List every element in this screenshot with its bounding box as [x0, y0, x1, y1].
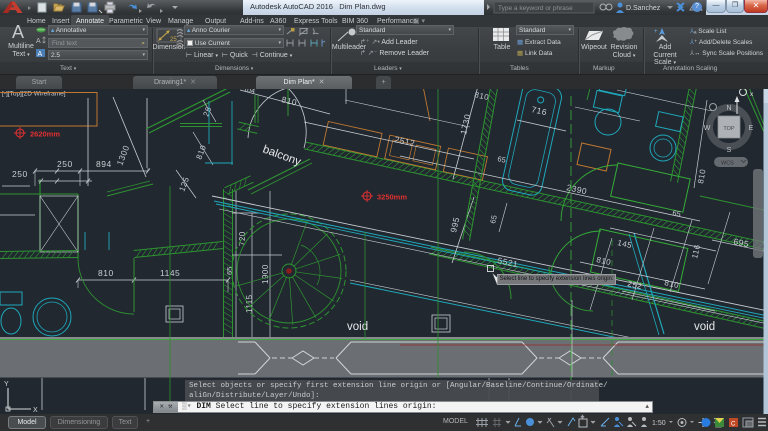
svg-text:810: 810 — [281, 94, 299, 107]
svg-text:A: A — [38, 51, 43, 58]
svg-text:716: 716 — [531, 104, 548, 117]
svg-text:Type a keyword or phrase: Type a keyword or phrase — [498, 5, 573, 12]
svg-text:W: W — [704, 125, 711, 132]
svg-text:1300: 1300 — [115, 144, 132, 167]
svg-text:65: 65 — [225, 267, 234, 275]
svg-text:250: 250 — [57, 159, 73, 169]
svg-text:void: void — [694, 321, 715, 333]
svg-text:2620mm: 2620mm — [30, 130, 60, 139]
svg-text:894: 894 — [96, 159, 112, 169]
svg-text:TOP: TOP — [723, 126, 735, 132]
svg-text:125: 125 — [177, 176, 191, 193]
svg-text:balcony: balcony — [261, 144, 303, 169]
svg-text:65: 65 — [672, 208, 682, 219]
svg-text:252: 252 — [627, 279, 643, 291]
svg-text:3250mm: 3250mm — [377, 193, 407, 202]
svg-text:N: N — [726, 105, 731, 112]
svg-text:5521: 5521 — [497, 255, 520, 269]
svg-text:C: C — [731, 422, 736, 428]
svg-text:810: 810 — [98, 268, 114, 278]
svg-text:995: 995 — [448, 216, 461, 234]
svg-text:D.Sanchez: D.Sanchez — [626, 5, 661, 12]
svg-text:E: E — [749, 125, 754, 132]
svg-text:65: 65 — [497, 154, 507, 165]
svg-text:WCS: WCS — [721, 161, 734, 167]
svg-text:65: 65 — [488, 214, 499, 224]
svg-text:2512: 2512 — [394, 134, 417, 148]
svg-text:+: + — [654, 29, 658, 35]
svg-text:145: 145 — [617, 238, 633, 250]
svg-text:1:50: 1:50 — [652, 420, 666, 427]
svg-text:X: X — [33, 407, 38, 414]
svg-text:S: S — [727, 147, 732, 154]
svg-text:250: 250 — [12, 169, 28, 179]
svg-text:810: 810 — [696, 168, 707, 184]
svg-text:[-][Top][2D Wireframe]: [-][Top][2D Wireframe] — [2, 91, 66, 98]
svg-text:Y: Y — [4, 381, 9, 388]
svg-text:+: + — [581, 415, 584, 421]
svg-text:A: A — [36, 38, 41, 45]
svg-text:1900: 1900 — [261, 264, 270, 284]
svg-text:x: x — [750, 91, 754, 98]
